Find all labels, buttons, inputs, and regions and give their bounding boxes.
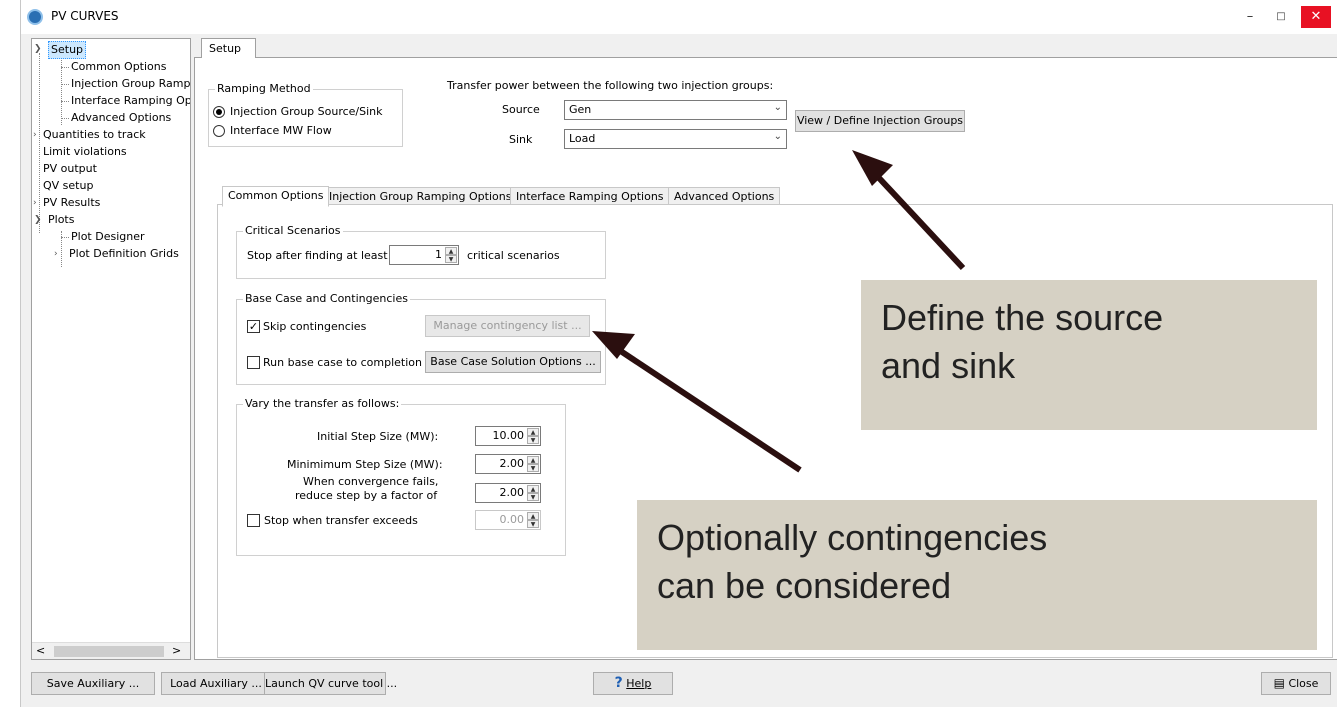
tab-common-options[interactable]: Common Options (222, 186, 330, 207)
arrow-to-contingencies (602, 337, 802, 473)
arrow-to-view-button (863, 161, 966, 271)
arrowhead-view-button (852, 150, 893, 186)
annotation-arrows (592, 150, 966, 473)
tab-setup[interactable]: Setup (201, 38, 256, 58)
